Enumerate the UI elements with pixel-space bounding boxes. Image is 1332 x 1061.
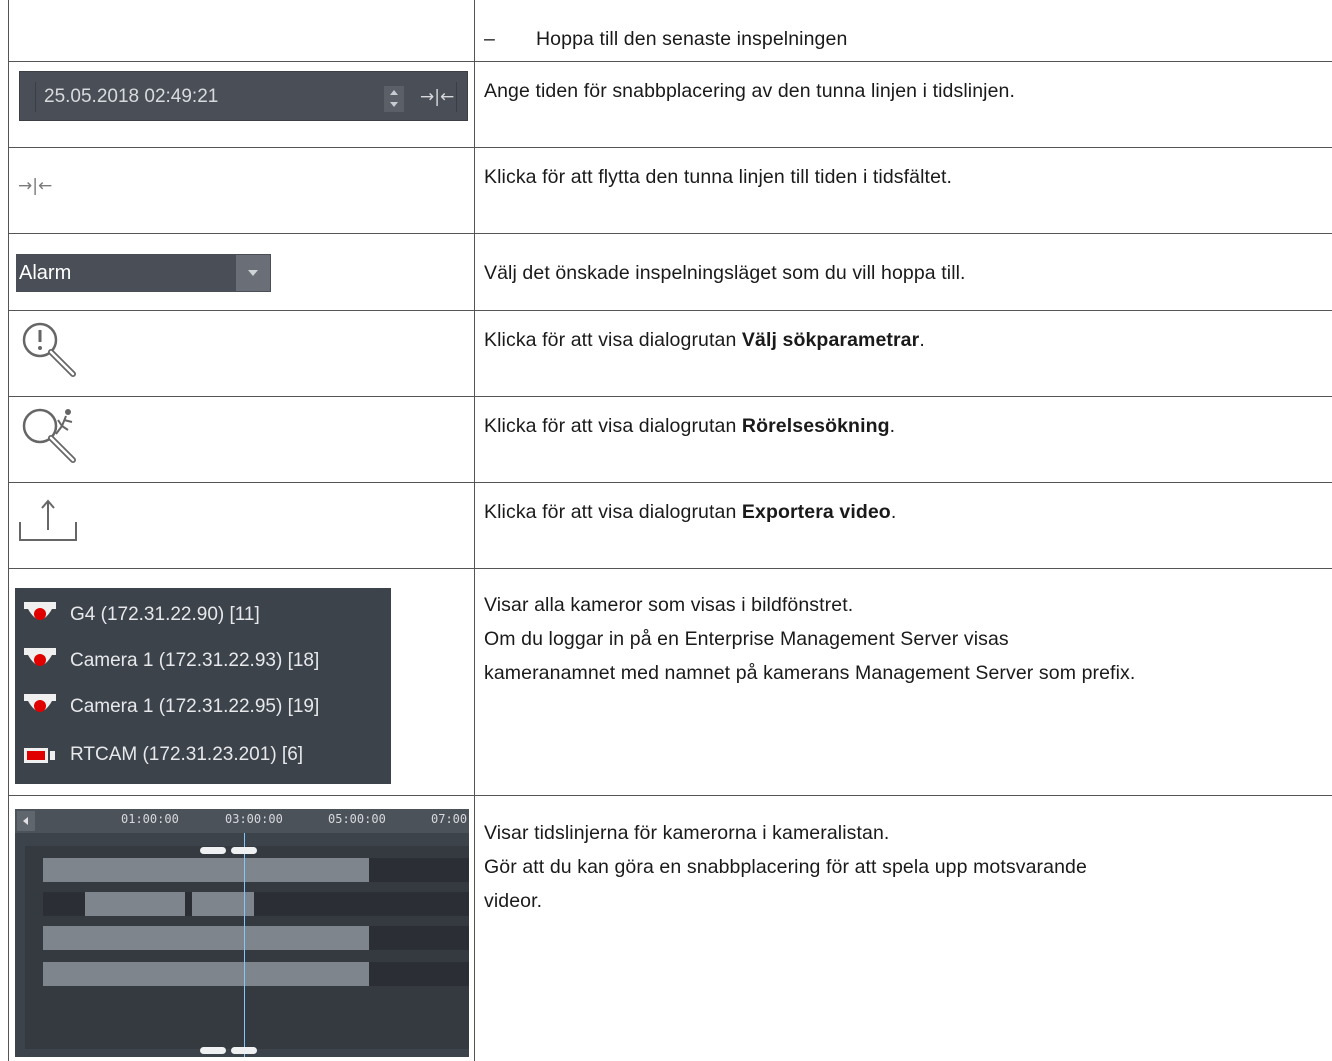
- scroll-left-button[interactable]: [17, 811, 35, 831]
- recording-segment[interactable]: [85, 892, 185, 916]
- time-input[interactable]: 25.05.2018 02:49:21: [44, 85, 218, 109]
- description-text: Hoppa till den senaste inspelningen: [536, 28, 848, 50]
- bullet-dash: –: [484, 28, 495, 50]
- row-divider: [8, 795, 1332, 796]
- cursor-handle-bottom[interactable]: [200, 1047, 226, 1054]
- gap-segment: [369, 926, 469, 950]
- description-text: Klicka för att visa dialogrutan: [484, 415, 742, 437]
- row-description: Visar tidslinjerna för kamerorna i kamer…: [484, 816, 1087, 918]
- description-line: Om du loggar in på en Enterprise Managem…: [484, 628, 1009, 650]
- row-description: Klicka för att visa dialogrutan Välj sök…: [484, 323, 925, 357]
- camera-name: Camera 1 (172.31.22.93) [18]: [70, 650, 320, 671]
- timeline-ruler[interactable]: 01:00:00 03:00:00 05:00:00 07:00: [15, 809, 469, 833]
- description-text: Klicka för att visa dialogrutan: [484, 501, 742, 523]
- row-description: Klicka för att visa dialogrutan Exporter…: [484, 495, 896, 529]
- chevron-down-icon: [248, 270, 258, 276]
- row-description: Välj det önskade inspelningsläget som du…: [484, 262, 966, 284]
- punctuation: .: [919, 329, 925, 351]
- row-description: Klicka för att flytta den tunna linjen t…: [484, 166, 953, 188]
- list-item[interactable]: Camera 1 (172.31.22.95) [19]: [15, 684, 391, 728]
- export-icon[interactable]: [18, 496, 82, 551]
- dropdown-value: Alarm: [19, 262, 72, 284]
- description-line: Gör att du kan göra en snabbplacering fö…: [484, 856, 1087, 878]
- row-divider: [8, 482, 1332, 483]
- timeline-panel[interactable]: 01:00:00 03:00:00 05:00:00 07:00: [15, 809, 469, 1057]
- camera-name: RTCAM (172.31.23.201) [6]: [70, 744, 304, 765]
- box-camera-icon: [23, 740, 57, 773]
- row-description: – Hoppa till den senaste inspelningen: [484, 22, 847, 56]
- list-item[interactable]: Camera 1 (172.31.22.93) [18]: [15, 638, 391, 682]
- camera-name: Camera 1 (172.31.22.95) [19]: [70, 696, 320, 717]
- recording-segment[interactable]: [43, 858, 369, 882]
- description-line: kameranamnet med namnet på kamerans Mana…: [484, 662, 1136, 684]
- playback-cursor[interactable]: [244, 833, 245, 1057]
- time-field-widget: 25.05.2018 02:49:21 →|←: [19, 71, 468, 121]
- camera-name: G4 (172.31.22.90) [11]: [70, 604, 260, 625]
- recording-segment[interactable]: [43, 926, 369, 950]
- cursor-handle-top[interactable]: [231, 847, 257, 854]
- row-divider: [8, 147, 1332, 148]
- punctuation: .: [890, 501, 897, 523]
- recording-segment[interactable]: [43, 962, 369, 986]
- row-divider: [8, 396, 1332, 397]
- chevron-left-icon: [23, 817, 28, 825]
- spin-up-icon[interactable]: [390, 90, 398, 95]
- tick-label: 01:00:00: [121, 812, 179, 826]
- tick-label: 03:00:00: [225, 812, 283, 826]
- motion-search-icon[interactable]: [18, 404, 82, 473]
- cursor-handle-bottom[interactable]: [231, 1047, 257, 1054]
- timeline-tracks[interactable]: [25, 846, 469, 1049]
- recording-mode-dropdown[interactable]: Alarm: [16, 254, 271, 292]
- dome-camera-icon: [23, 646, 57, 679]
- row-divider: [8, 233, 1332, 234]
- dialog-name: Exportera video: [741, 501, 891, 523]
- time-spinner[interactable]: [384, 86, 404, 112]
- alarm-search-icon[interactable]: [18, 318, 82, 387]
- dome-camera-icon: [23, 600, 57, 633]
- dome-camera-icon: [23, 692, 57, 725]
- list-item[interactable]: RTCAM (172.31.23.201) [6]: [15, 732, 391, 776]
- row-divider: [8, 61, 1332, 62]
- camera-list: G4 (172.31.22.90) [11] Camera 1 (172.31.…: [15, 588, 391, 784]
- jump-to-time-button[interactable]: →|←: [420, 86, 454, 108]
- description-line: Visar alla kameror som visas i bildfönst…: [484, 594, 854, 616]
- row-description: Ange tiden för snabbplacering av den tun…: [484, 80, 1015, 102]
- dialog-name: Rörelsesökning: [741, 415, 890, 437]
- row-divider: [8, 310, 1332, 311]
- table-border-middle: [474, 0, 475, 1061]
- row-divider: [8, 568, 1332, 569]
- tick-label: 07:00: [431, 812, 468, 826]
- list-item[interactable]: G4 (172.31.22.90) [11]: [15, 592, 391, 636]
- dropdown-button[interactable]: [236, 255, 270, 291]
- table-border-left: [8, 0, 9, 1061]
- gap-segment: [369, 962, 469, 986]
- row-description: Visar alla kameror som visas i bildfönst…: [484, 588, 1135, 690]
- punctuation: .: [889, 415, 896, 437]
- description-line: videor.: [484, 890, 543, 912]
- description-line: Visar tidslinjerna för kamerorna i kamer…: [484, 822, 890, 844]
- spin-down-icon[interactable]: [390, 102, 398, 107]
- jump-to-time-icon[interactable]: →|←: [18, 175, 52, 197]
- description-text: Klicka för att visa dialogrutan: [484, 329, 742, 351]
- tick-label: 05:00:00: [328, 812, 386, 826]
- dialog-name: Välj sökparametrar: [741, 329, 920, 351]
- cursor-handle-top[interactable]: [200, 847, 226, 854]
- row-description: Klicka för att visa dialogrutan Rörelses…: [484, 409, 895, 443]
- gap-segment: [369, 858, 469, 882]
